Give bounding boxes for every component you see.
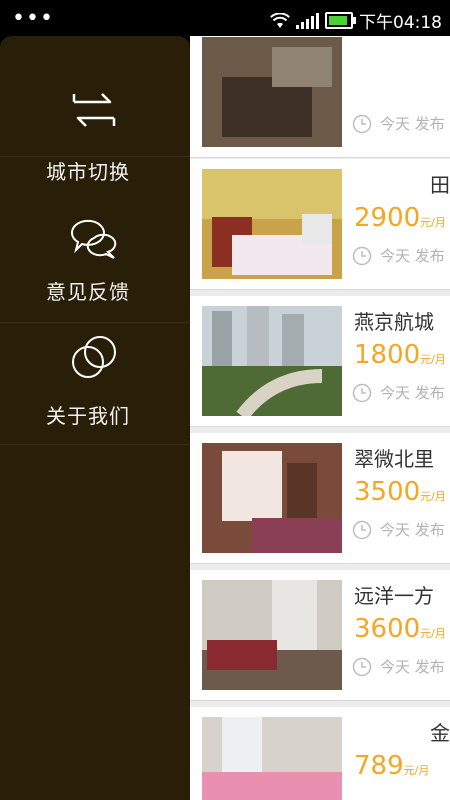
clock-icon (352, 114, 372, 133)
clock-icon (352, 246, 372, 265)
listing-title: 田 (430, 173, 450, 197)
publish-time: 今天 发布 (352, 113, 445, 134)
chat-bubbles-icon (71, 219, 117, 259)
clock-icon (352, 657, 372, 676)
listing-photo (202, 169, 342, 279)
listing-photo (202, 306, 342, 416)
clock-icon (352, 383, 372, 402)
wifi-icon (270, 12, 290, 28)
main-content: 北京 今天 发布 (190, 36, 450, 800)
drawer-item-label: 城市切换 (46, 160, 130, 184)
listing-price: 1800元/月 (354, 340, 446, 370)
listing-title: 远洋一方 (354, 584, 434, 608)
listing-photo (202, 717, 342, 800)
list-item[interactable]: 田 2900元/月 今天 发布 (190, 159, 450, 290)
side-drawer: 城市切换 意见反馈 关于我们 (0, 36, 190, 800)
listing-price: 3500元/月 (354, 477, 446, 507)
clock-time: 下午04:18 (359, 13, 442, 33)
listing-title: 金 (430, 721, 450, 745)
list-item[interactable]: 燕京航城 1800元/月 今天 发布 (190, 296, 450, 427)
drawer-item-city-switch[interactable]: 城市切换 (0, 36, 190, 184)
swap-arrows-icon (72, 93, 116, 127)
publish-time: 今天 发布 (352, 656, 445, 677)
listing-price: 789元/月 (354, 751, 430, 781)
signal-icon (296, 12, 319, 29)
listing-title: 燕京航城 (354, 310, 434, 334)
listing-title: 翠微北里 (354, 447, 434, 471)
battery-icon (325, 12, 356, 29)
status-bar: ••• 下午04:18 (0, 0, 450, 36)
notification-dots: ••• (12, 6, 54, 31)
listing-photo (202, 37, 342, 147)
drawer-item-about[interactable]: 关于我们 (0, 322, 190, 445)
drawer-item-label: 意见反馈 (46, 280, 130, 304)
drawer-item-label: 关于我们 (46, 404, 130, 428)
listing-price: 2900元/月 (354, 203, 446, 233)
publish-time: 今天 发布 (352, 382, 445, 403)
listing-photo (202, 580, 342, 690)
drawer-item-feedback[interactable]: 意见反馈 (0, 202, 190, 323)
publish-time: 今天 发布 (352, 245, 445, 266)
listing-price: 3600元/月 (354, 614, 446, 644)
overlapping-circles-icon (72, 336, 116, 378)
listing-photo (202, 443, 342, 553)
clock-icon (352, 520, 372, 539)
list-item[interactable]: 今天 发布 (190, 36, 450, 158)
publish-time: 今天 发布 (352, 519, 445, 540)
list-item[interactable]: 远洋一方 3600元/月 今天 发布 (190, 570, 450, 701)
list-item[interactable]: 翠微北里 3500元/月 今天 发布 (190, 433, 450, 564)
list-item[interactable]: 金 789元/月 (190, 707, 450, 800)
